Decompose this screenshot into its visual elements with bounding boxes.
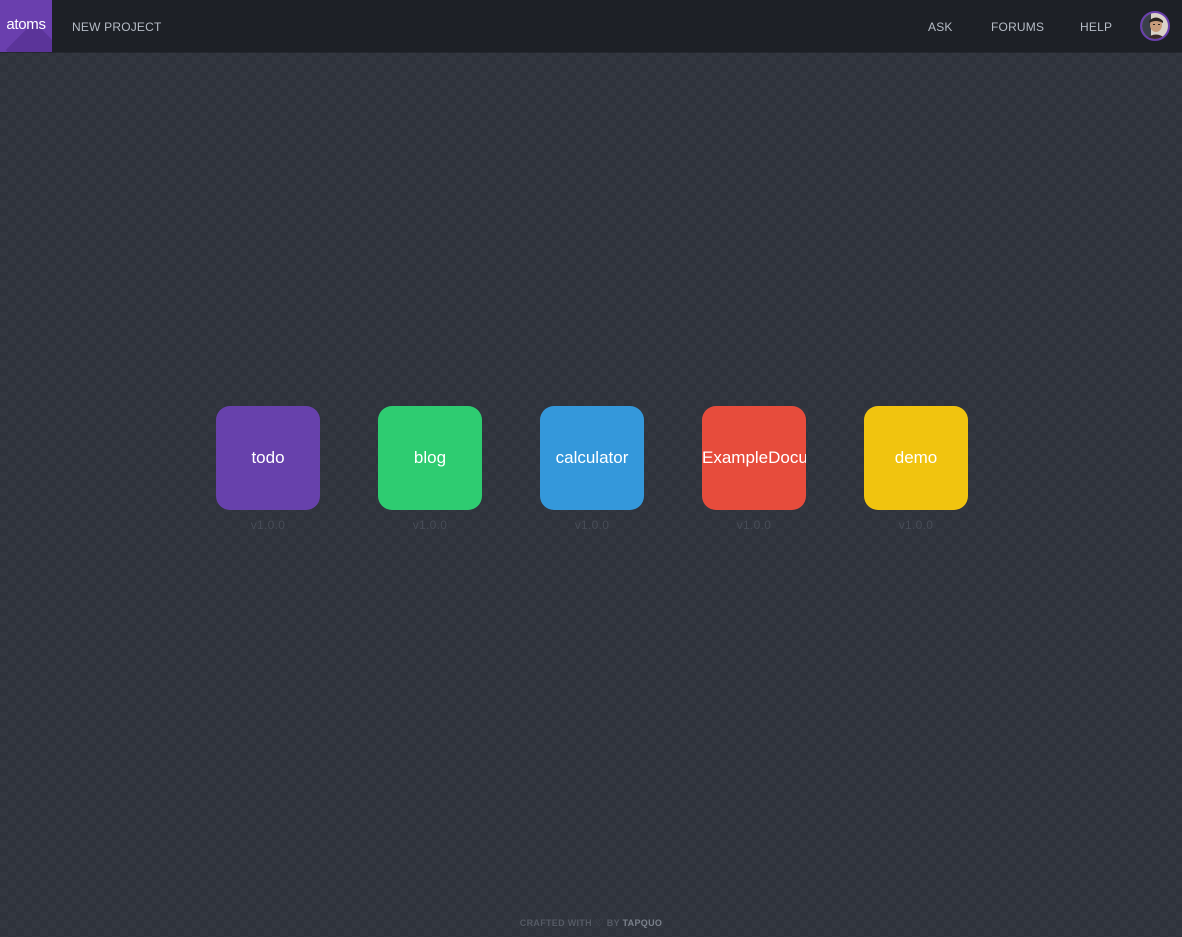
help-link[interactable]: HELP [1080,19,1112,35]
project-version: v1.0.0 [412,518,448,532]
logo-text: atoms [6,16,46,33]
project-item-demo: demo v1.0.0 [864,406,968,532]
heart-icon: ♡ [594,918,604,929]
project-version: v1.0.0 [250,518,286,532]
footer-by-text: BY [606,918,620,928]
project-item-calculator: calculator v1.0.0 [540,406,644,532]
tapquo-link[interactable]: TAPQUO [623,918,663,928]
project-grid: todo v1.0.0 blog v1.0.0 calculator v1.0.… [216,406,968,532]
forums-link[interactable]: FORUMS [991,19,1044,35]
project-version: v1.0.0 [574,518,610,532]
project-name: calculator [555,448,629,467]
top-navigation-bar: atoms NEW PROJECT ASK FORUMS HELP [0,0,1182,52]
project-item-exampledocument: ExampleDocument v1.0.0 [702,406,806,532]
user-avatar[interactable] [1140,11,1170,41]
project-version: v1.0.0 [736,518,772,532]
project-item-blog: blog v1.0.0 [378,406,482,532]
avatar-photo-icon [1142,13,1168,39]
project-tile-blog[interactable]: blog [378,406,482,510]
project-name: demo [894,448,938,467]
project-name: todo [251,448,285,467]
project-tile-todo[interactable]: todo [216,406,320,510]
footer-credit: CRAFTED WITH ♡ BY TAPQUO [0,918,1182,929]
footer-crafted-text: CRAFTED WITH [519,918,592,928]
project-version: v1.0.0 [898,518,934,532]
atoms-logo[interactable]: atoms [0,0,52,52]
project-item-todo: todo v1.0.0 [216,406,320,532]
project-tile-calculator[interactable]: calculator [540,406,644,510]
project-name: blog [413,448,447,467]
project-tile-demo[interactable]: demo [864,406,968,510]
new-project-link[interactable]: NEW PROJECT [72,19,162,35]
ask-link[interactable]: ASK [928,19,953,35]
project-tile-exampledocument[interactable]: ExampleDocument [702,406,806,510]
project-name: ExampleDocument [702,448,806,467]
